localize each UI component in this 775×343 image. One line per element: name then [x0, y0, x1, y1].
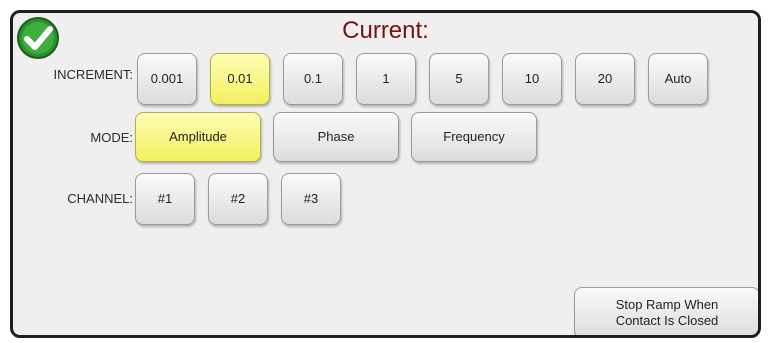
increment-10-button[interactable]: 10 — [502, 53, 562, 105]
mode-amplitude-button[interactable]: Amplitude — [135, 112, 261, 162]
increment-5-button[interactable]: 5 — [429, 53, 489, 105]
increment-0.001-button[interactable]: 0.001 — [137, 53, 197, 105]
channel-1-button[interactable]: #1 — [135, 173, 195, 225]
stop-ramp-button[interactable]: Stop Ramp When Contact Is Closed — [574, 287, 758, 335]
stop-ramp-line2: Contact Is Closed — [615, 313, 719, 328]
increment-label: INCREMENT: — [53, 67, 133, 82]
mode-label: MODE: — [90, 130, 133, 145]
channel-label: CHANNEL: — [67, 191, 133, 206]
increment-auto-button[interactable]: Auto — [648, 53, 708, 105]
increment-0.01-button[interactable]: 0.01 — [210, 53, 270, 105]
channel-2-button[interactable]: #2 — [208, 173, 268, 225]
channel-3-button[interactable]: #3 — [281, 173, 341, 225]
page-title: Current: — [342, 17, 429, 44]
current-ramp-panel: Current: INCREMENT: 0.001 0.01 0.1 1 5 1… — [10, 10, 761, 338]
mode-frequency-button[interactable]: Frequency — [411, 112, 537, 162]
stop-ramp-line1: Stop Ramp When — [615, 297, 719, 312]
mode-phase-button[interactable]: Phase — [273, 112, 399, 162]
increment-20-button[interactable]: 20 — [575, 53, 635, 105]
increment-0.1-button[interactable]: 0.1 — [283, 53, 343, 105]
increment-1-button[interactable]: 1 — [356, 53, 416, 105]
